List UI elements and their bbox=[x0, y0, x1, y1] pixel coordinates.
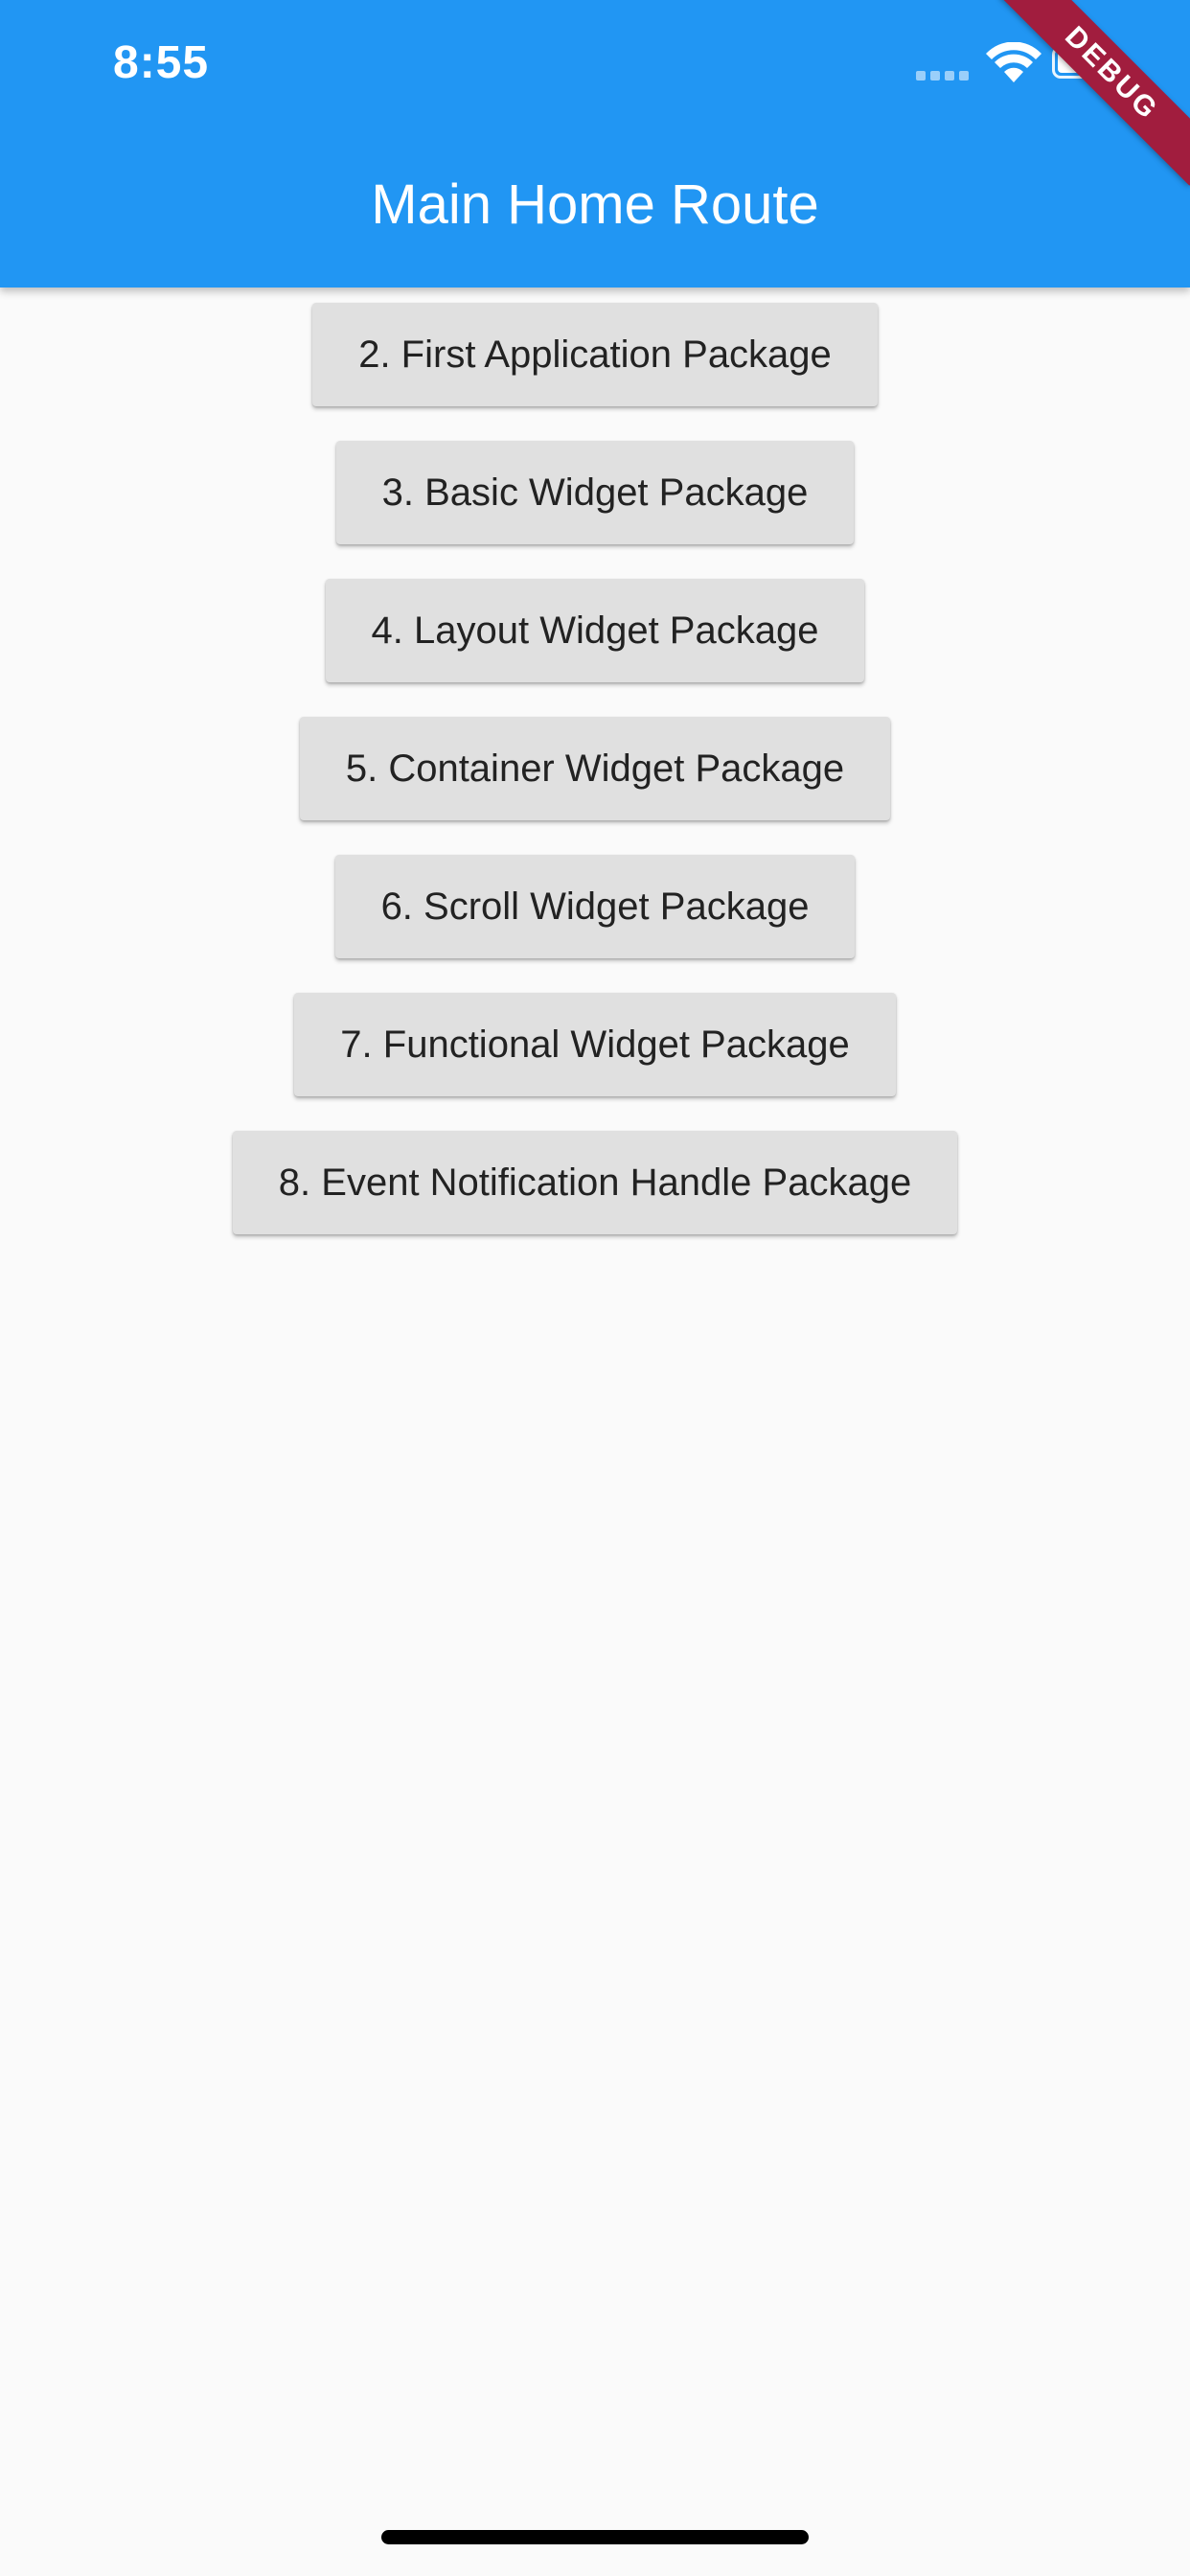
event-notification-handle-package-button[interactable]: 8. Event Notification Handle Package bbox=[232, 1131, 958, 1234]
layout-widget-package-button[interactable]: 4. Layout Widget Package bbox=[325, 579, 865, 682]
functional-widget-package-button[interactable]: 7. Functional Widget Package bbox=[294, 993, 896, 1096]
basic-widget-package-button[interactable]: 3. Basic Widget Package bbox=[335, 441, 855, 544]
home-indicator[interactable] bbox=[381, 2530, 809, 2544]
app-bar: 8:55 Main Home Route bbox=[0, 0, 1190, 288]
status-time: 8:55 bbox=[113, 37, 210, 88]
container-widget-package-button[interactable]: 5. Container Widget Package bbox=[299, 717, 891, 820]
page-title: Main Home Route bbox=[371, 173, 819, 236]
package-button-list: 2. First Application Package 3. Basic Wi… bbox=[0, 303, 1190, 1269]
app-screen: 8:55 Main Home Route DEBUG 2. First Appl… bbox=[0, 0, 1190, 2576]
scroll-widget-package-button[interactable]: 6. Scroll Widget Package bbox=[334, 855, 856, 958]
signal-dots-icon bbox=[916, 71, 970, 80]
first-application-package-button[interactable]: 2. First Application Package bbox=[312, 303, 878, 406]
wifi-icon bbox=[986, 42, 1041, 82]
